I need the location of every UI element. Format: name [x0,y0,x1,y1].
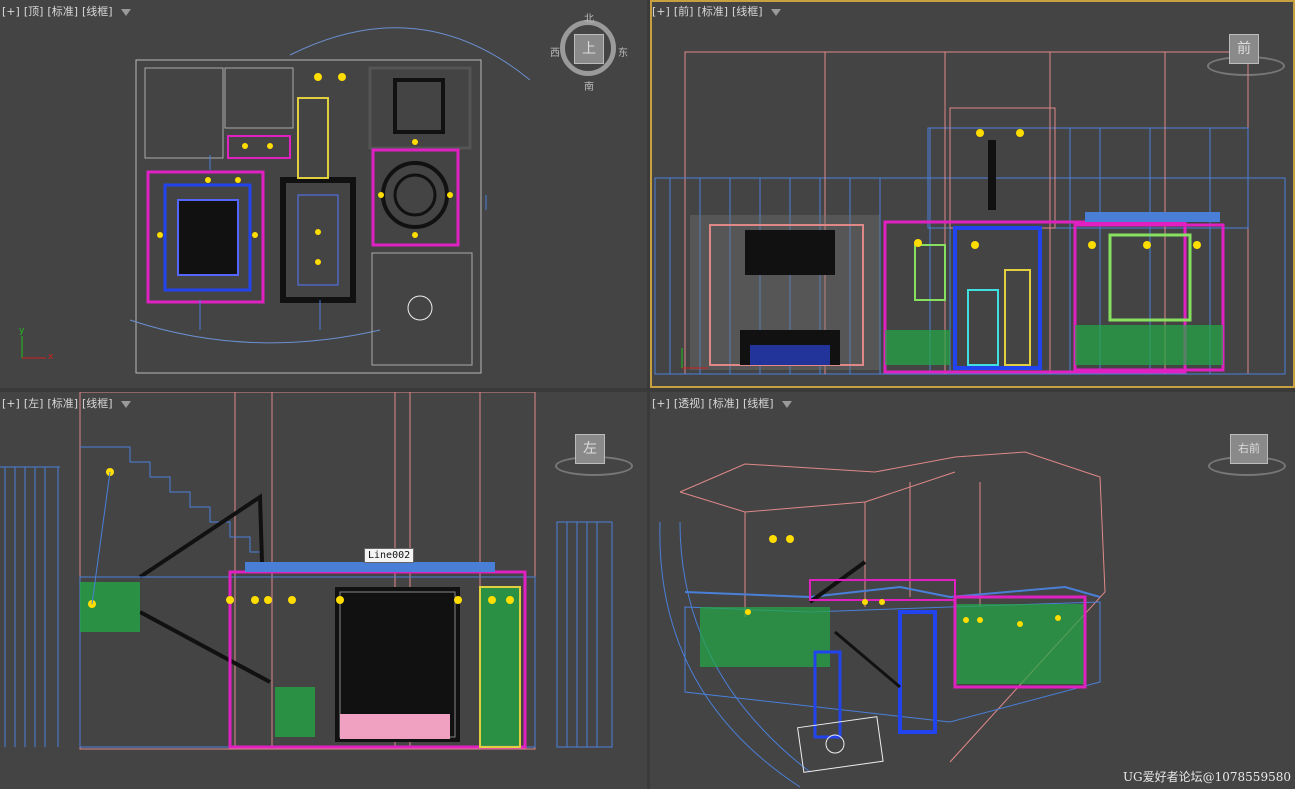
viewport-view-label[interactable]: [透视] [674,397,705,410]
viewcube-compass[interactable]: 上 北 南 东 西 [550,14,628,93]
perspective-wireframe [659,451,1106,788]
viewcube-face[interactable]: 右前 [1230,434,1268,464]
viewport-menu-plus[interactable]: [+] [652,397,670,410]
compass-east: 东 [618,48,628,59]
filter-icon[interactable] [120,400,131,408]
compass-south: 南 [584,82,594,93]
viewcube[interactable]: 右前 [1208,432,1288,476]
viewport-perspective[interactable]: [+] [透视] [标准] [线框] 右前 UG爱好者论坛@1078559580 [650,392,1295,789]
viewport-left-label[interactable]: [+] [左] [标准] [线框] [2,395,131,411]
viewport-menu-plus[interactable]: [+] [652,5,670,18]
viewport-menu-plus[interactable]: [+] [2,5,20,18]
viewport-mode-label[interactable]: [线框] [82,397,113,410]
axis-y-label: y [19,326,25,336]
filter-icon[interactable] [770,8,781,16]
viewcube-face[interactable]: 上 [574,34,604,64]
viewport-view-label[interactable]: [左] [24,397,44,410]
axis-x-label: x [48,352,54,362]
compass-west: 西 [550,48,560,59]
viewport-mode-label[interactable]: [线框] [743,397,774,410]
viewport-mode-label[interactable]: [线框] [82,5,113,18]
front-wireframe [654,51,1286,375]
viewport-top[interactable]: [+] [顶] [标准] [线框] 上 北 南 东 西 y x [0,0,647,388]
object-tooltip: Line002 [364,548,415,563]
viewcube[interactable]: 前 [1205,32,1285,76]
left-wireframe [0,392,613,750]
viewport-left[interactable]: [+] [左] [标准] [线框] 左 Line002 [0,392,647,789]
viewport-mode-label[interactable]: [线框] [732,5,763,18]
viewcube-face[interactable]: 前 [1229,34,1259,64]
compass-north: 北 [584,14,594,25]
viewport-top-label[interactable]: [+] [顶] [标准] [线框] [2,3,131,19]
viewport-view-label[interactable]: [前] [674,5,694,18]
viewport-shading-label[interactable]: [标准] [708,397,739,410]
watermark-text: UG爱好者论坛@1078559580 [1122,770,1291,784]
viewport-front-label[interactable]: [+] [前] [标准] [线框] [652,3,781,19]
filter-icon[interactable] [781,400,792,408]
viewcube-face[interactable]: 左 [575,434,605,464]
viewport-perspective-label[interactable]: [+] [透视] [标准] [线框] [652,395,792,411]
viewport-front[interactable]: [+] [前] [标准] [线框] 前 [650,0,1295,388]
viewport-shading-label[interactable]: [标准] [47,397,78,410]
viewport-view-label[interactable]: [顶] [24,5,44,18]
viewport-menu-plus[interactable]: [+] [2,397,20,410]
viewport-shading-label[interactable]: [标准] [697,5,728,18]
filter-icon[interactable] [120,8,131,16]
viewport-shading-label[interactable]: [标准] [47,5,78,18]
viewcube[interactable]: 左 [553,432,633,476]
